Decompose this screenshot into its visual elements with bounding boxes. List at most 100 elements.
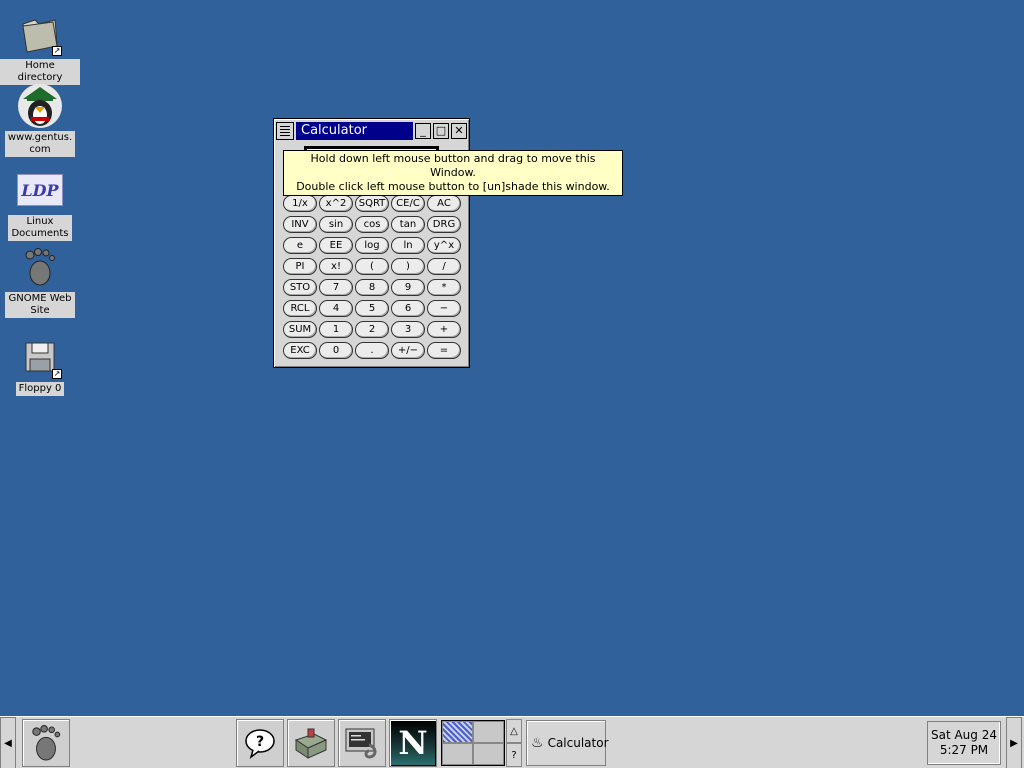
toolbox-launcher[interactable] <box>287 719 335 767</box>
floppy-icon: ↗ <box>16 333 64 381</box>
calc-key[interactable]: * <box>427 279 461 296</box>
panel-hide-right-button[interactable]: ▶ <box>1006 717 1022 768</box>
calc-key[interactable]: 7 <box>319 279 353 296</box>
calc-key[interactable]: y^x <box>427 237 461 254</box>
calc-key[interactable]: RCL <box>283 300 317 317</box>
calc-key[interactable]: 2 <box>355 321 389 338</box>
calc-key[interactable]: 5 <box>355 300 389 317</box>
calc-key[interactable]: ) <box>391 258 425 275</box>
desktop-icon-gentus[interactable]: www.gentus. com <box>0 82 80 157</box>
calc-key[interactable]: + <box>427 321 461 338</box>
netscape-launcher[interactable]: N <box>389 719 437 767</box>
calc-key[interactable]: INV <box>283 216 317 233</box>
calc-key[interactable]: CE/C <box>391 195 425 212</box>
pager-controls: △ ? <box>506 719 522 767</box>
window-move-tooltip: Hold down left mouse button and drag to … <box>283 150 623 196</box>
calc-key[interactable]: sin <box>319 216 353 233</box>
calc-key[interactable]: / <box>427 258 461 275</box>
calc-key[interactable]: DRG <box>427 216 461 233</box>
desktop-icon-gnome-web-site[interactable]: GNOME Web Site <box>0 243 80 318</box>
terminal-icon <box>345 728 377 759</box>
gnome-menu-button[interactable] <box>22 719 70 767</box>
calc-key[interactable]: ( <box>355 258 389 275</box>
calc-key[interactable]: STO <box>283 279 317 296</box>
calculator-app-icon: ♨ <box>531 735 544 751</box>
netscape-icon: N <box>391 721 435 765</box>
calc-key[interactable]: AC <box>427 195 461 212</box>
clock-date: Sat Aug 24 <box>930 728 997 742</box>
maximize-icon: □ <box>435 124 447 137</box>
close-icon: ✕ <box>454 124 464 137</box>
calc-key[interactable]: x! <box>319 258 353 275</box>
calc-key[interactable]: cos <box>355 216 389 233</box>
task-button-calculator[interactable]: ♨ Calculator <box>526 720 609 766</box>
gentus-penguin-icon <box>16 82 64 130</box>
calc-key[interactable]: SUM <box>283 321 317 338</box>
calc-key[interactable]: tan <box>391 216 425 233</box>
ldp-logo-icon: LDP <box>16 166 64 214</box>
gnome-foot-icon <box>16 243 64 291</box>
panel-clock[interactable]: Sat Aug 24 5:27 PM <box>927 721 1001 765</box>
clock-time: 5:27 PM <box>939 743 989 757</box>
calc-key[interactable]: . <box>355 342 389 359</box>
workspace-pager[interactable] <box>441 720 505 766</box>
calc-key[interactable]: 8 <box>355 279 389 296</box>
calc-key[interactable]: e <box>283 237 317 254</box>
calc-key[interactable]: EXC <box>283 342 317 359</box>
desktop-icon-floppy[interactable]: ↗ Floppy 0 <box>0 333 80 396</box>
calc-key[interactable]: 9 <box>391 279 425 296</box>
task-label: Calculator <box>547 736 609 750</box>
calculator-keypad: 1/x x^2 SQRT CE/C AC INV sin cos tan DRG e EE log ln y… <box>283 195 461 359</box>
gnome-panel: ◀ ? N △ ? ♨ Calculator Sat Aug 24 5:27 P… <box>0 716 1024 768</box>
tooltip-line-1: Hold down left mouse button and drag to … <box>310 152 596 179</box>
maximize-button[interactable]: □ <box>433 122 449 139</box>
svg-text:?: ? <box>256 734 264 750</box>
window-titlebar[interactable]: Calculator _ □ ✕ <box>276 121 467 140</box>
calc-key[interactable]: PI <box>283 258 317 275</box>
terminal-launcher[interactable] <box>338 719 386 767</box>
calc-key[interactable]: 1 <box>319 321 353 338</box>
desktop-icon-label: Linux Documents <box>8 215 72 241</box>
panel-hide-left-button[interactable]: ◀ <box>0 717 16 768</box>
close-button[interactable]: ✕ <box>451 122 467 139</box>
calc-key[interactable]: 0 <box>319 342 353 359</box>
window-menu-button[interactable] <box>276 121 294 140</box>
workspace-1[interactable] <box>442 721 473 743</box>
calc-key[interactable]: +/− <box>391 342 425 359</box>
minimize-button[interactable]: _ <box>415 122 431 139</box>
calc-key[interactable]: 3 <box>391 321 425 338</box>
calc-key[interactable]: x^2 <box>319 195 353 212</box>
desktop-icon-label: GNOME Web Site <box>5 292 75 318</box>
desktop-icon-label: Floppy 0 <box>15 382 65 396</box>
folder-icon: ↗ <box>16 10 64 58</box>
shortcut-arrow-icon: ↗ <box>52 369 62 379</box>
calc-key[interactable]: 6 <box>391 300 425 317</box>
minimize-icon: _ <box>420 124 426 137</box>
pager-help-button[interactable]: ? <box>506 743 522 767</box>
calc-key[interactable]: − <box>427 300 461 317</box>
pager-help-label: ? <box>511 749 517 761</box>
desktop-icon-home-directory[interactable]: ↗ Home directory <box>0 10 80 85</box>
tooltip-line-2: Double click left mouse button to [un]sh… <box>296 180 610 193</box>
toolbox-icon <box>294 728 328 759</box>
desktop-icon-label: www.gentus. com <box>4 131 76 157</box>
workspace-3[interactable] <box>442 743 473 765</box>
calc-key[interactable]: = <box>427 342 461 359</box>
window-title[interactable]: Calculator <box>296 121 413 140</box>
pager-menu-button[interactable]: △ <box>506 719 522 743</box>
workspace-4[interactable] <box>473 743 504 765</box>
calc-key[interactable]: 1/x <box>283 195 317 212</box>
arrow-right-icon: ▶ <box>1010 737 1018 749</box>
calc-key[interactable]: log <box>355 237 389 254</box>
desktop-icon-linux-documents[interactable]: LDP Linux Documents <box>0 166 80 241</box>
shortcut-arrow-icon: ↗ <box>52 46 62 56</box>
arrow-left-icon: ◀ <box>4 737 12 749</box>
calc-key[interactable]: EE <box>319 237 353 254</box>
calc-key[interactable]: SQRT <box>355 195 389 212</box>
triangle-up-icon: △ <box>510 725 518 737</box>
calc-key[interactable]: 4 <box>319 300 353 317</box>
gnome-foot-icon <box>32 725 61 761</box>
help-launcher[interactable]: ? <box>236 719 284 767</box>
calc-key[interactable]: ln <box>391 237 425 254</box>
workspace-2[interactable] <box>473 721 504 743</box>
